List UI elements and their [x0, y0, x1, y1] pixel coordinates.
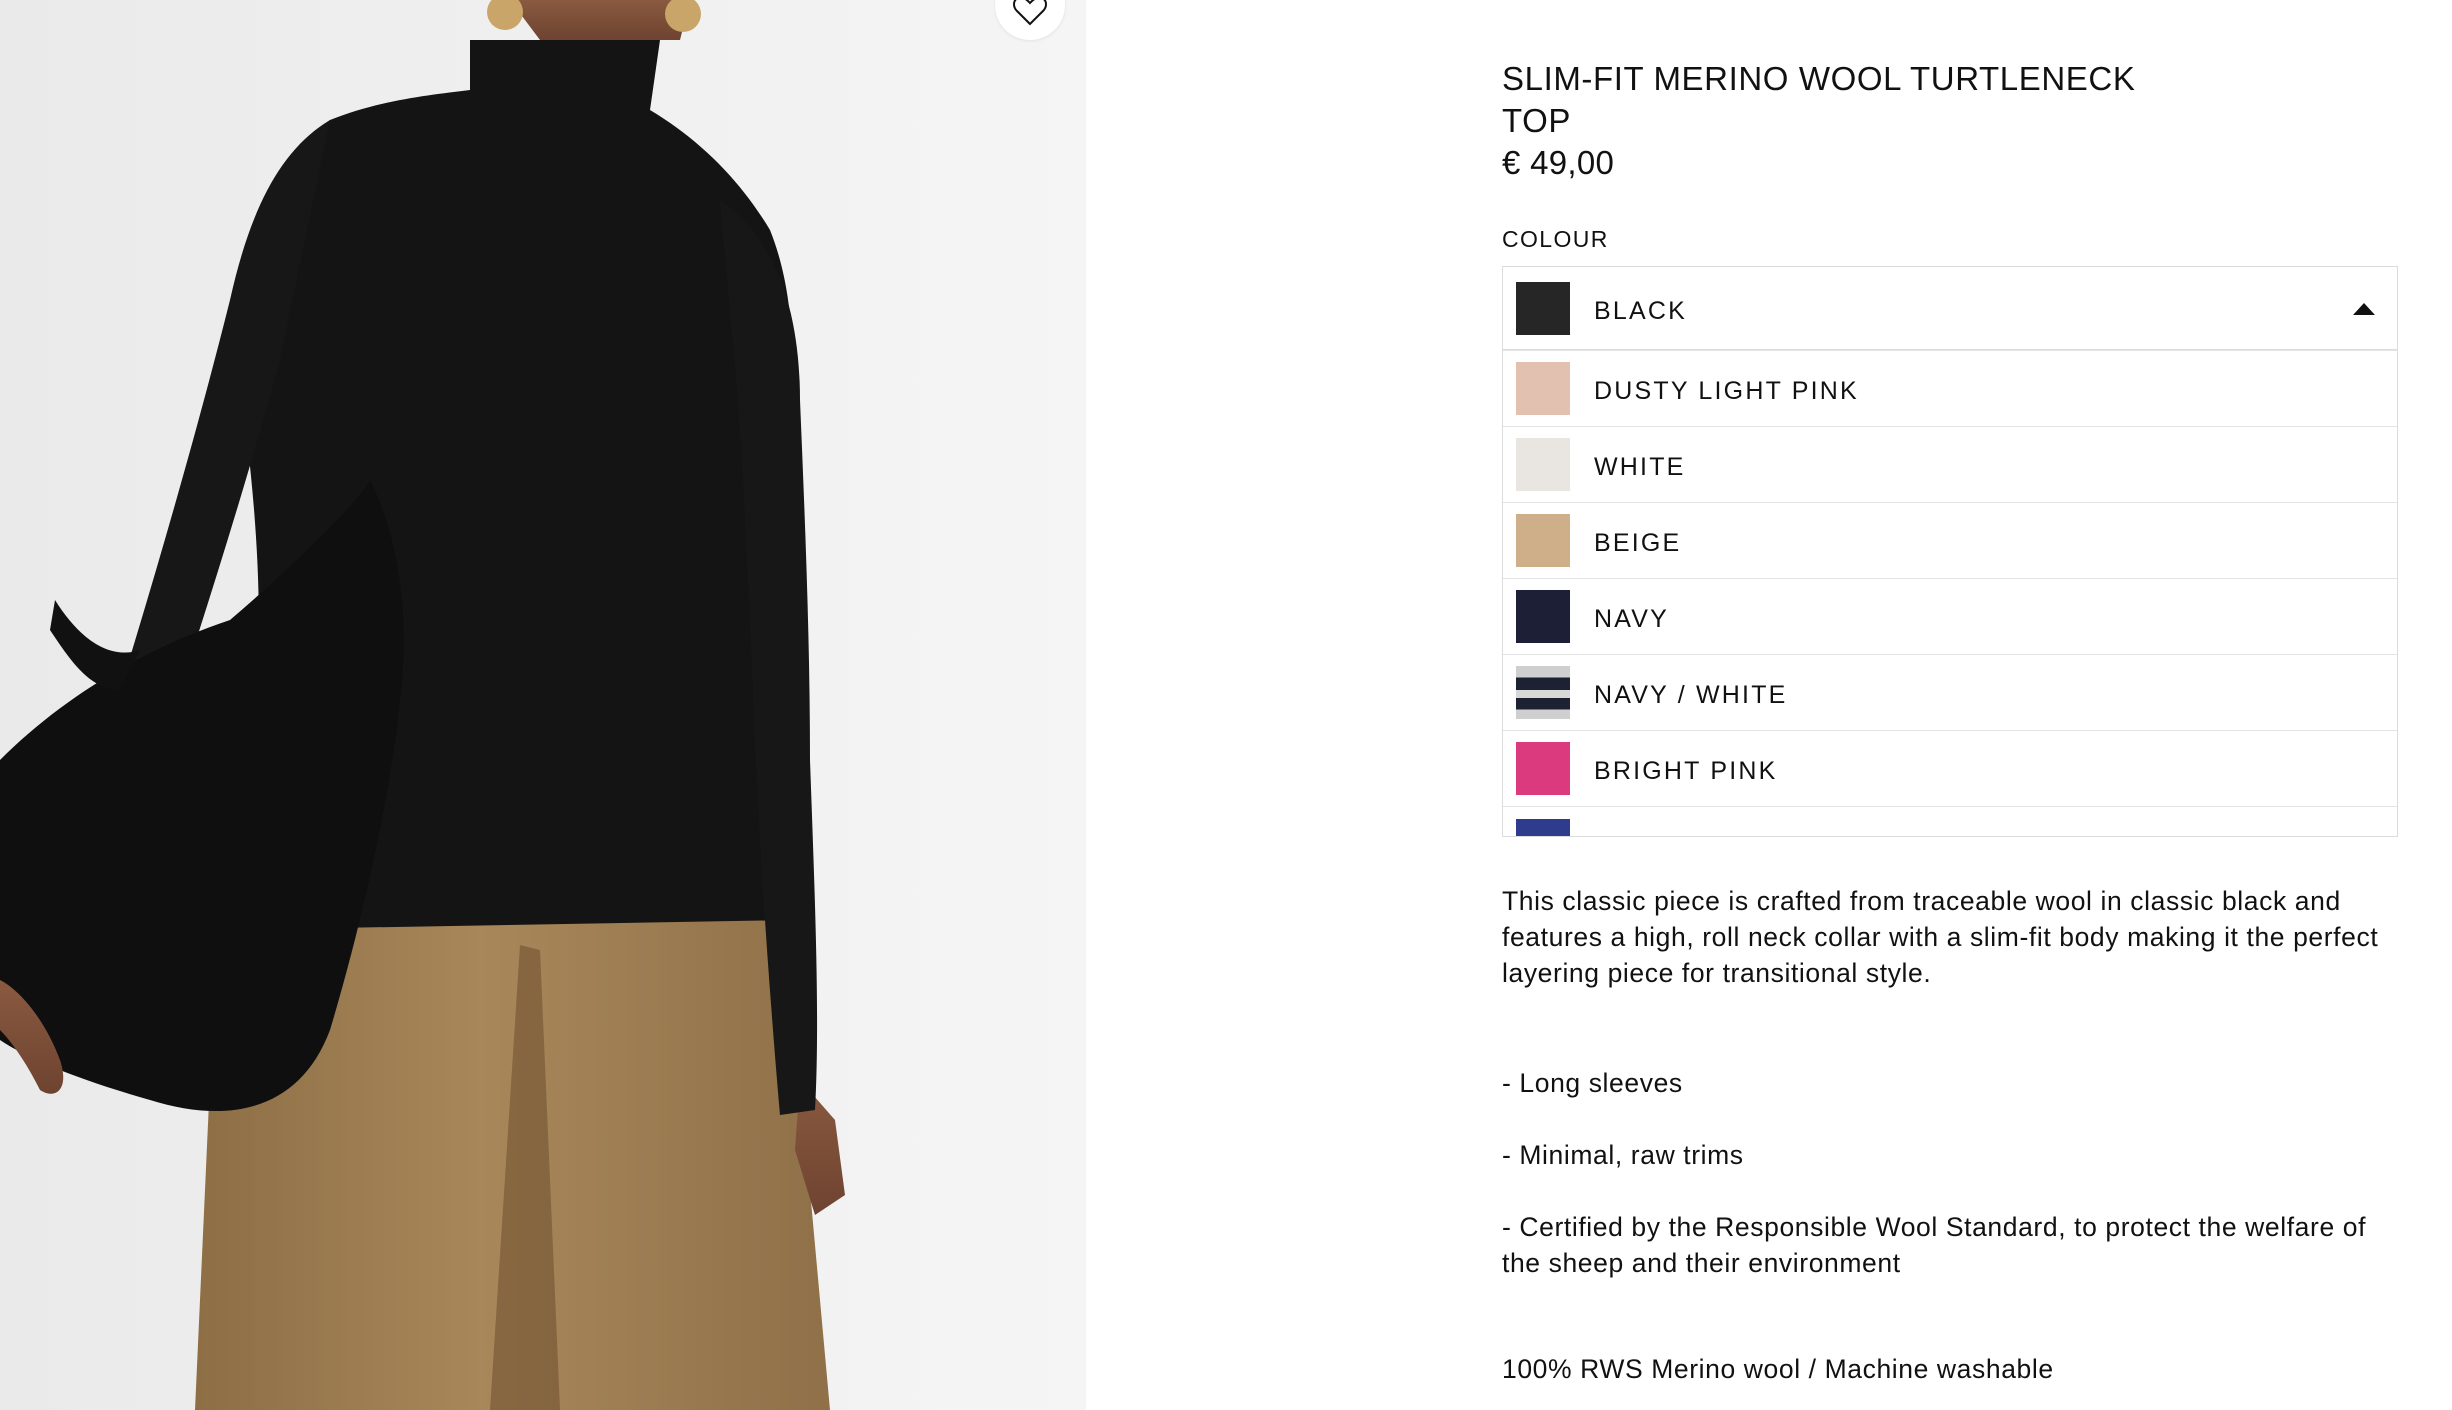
colour-swatch — [1516, 362, 1570, 415]
colour-swatch — [1516, 742, 1570, 795]
colour-option[interactable]: BRIGHT PINK — [1503, 730, 2397, 806]
colour-swatch — [1516, 590, 1570, 643]
product-photo — [0, 0, 1086, 1410]
colour-option[interactable]: DUSTY LIGHT PINK — [1503, 350, 2397, 426]
product-title: SLIM-FIT MERINO WOOL TURTLENECK TOP — [1502, 60, 2136, 139]
colour-selected-label: BLACK — [1594, 296, 1687, 325]
colour-option-label: BEIGE — [1594, 529, 1682, 557]
colour-swatch — [1516, 514, 1570, 567]
product-description: This classic piece is crafted from trace… — [1502, 886, 2379, 988]
feature-item: - Long sleeves — [1502, 1068, 1683, 1098]
colour-option-partial[interactable] — [1503, 806, 2397, 836]
product-details: SLIM-FIT MERINO WOOL TURTLENECK TOP € 49… — [1502, 58, 2400, 1387]
colour-option-label: NAVY / WHITE — [1594, 681, 1788, 709]
colour-swatch-partial — [1516, 819, 1570, 836]
colour-option-label: BRIGHT PINK — [1594, 757, 1778, 785]
colour-selected[interactable]: BLACK — [1503, 267, 2397, 350]
colour-option[interactable]: BEIGE — [1503, 502, 2397, 578]
product-image[interactable] — [0, 0, 1086, 1410]
colour-swatch — [1516, 438, 1570, 491]
product-price: € 49,00 — [1502, 144, 1615, 181]
colour-option[interactable]: WHITE — [1503, 426, 2397, 502]
feature-item: - Certified by the Responsible Wool Stan… — [1502, 1212, 2367, 1278]
composition-info: 100% RWS Merino wool / Machine washable — [1502, 1354, 2054, 1384]
heart-outline-icon — [1013, 0, 1047, 26]
feature-list: - Long sleeves - Minimal, raw trims - Ce… — [1502, 1065, 2400, 1281]
feature-item: - Minimal, raw trims — [1502, 1140, 1744, 1170]
colour-option[interactable]: NAVY — [1503, 578, 2397, 654]
colour-option-label: DUSTY LIGHT PINK — [1594, 377, 1859, 405]
caret-up-icon — [2353, 303, 2375, 315]
colour-dropdown[interactable]: BLACK DUSTY LIGHT PINK WHITE BEIGE NAVY NAVY… — [1502, 266, 2398, 837]
colour-option-label: NAVY — [1594, 605, 1670, 633]
colour-label: COLOUR — [1502, 226, 1609, 252]
colour-swatch — [1516, 666, 1570, 719]
colour-option[interactable]: NAVY / WHITE — [1503, 654, 2397, 730]
colour-option-label: WHITE — [1594, 453, 1686, 481]
colour-swatch-black — [1516, 281, 1570, 335]
